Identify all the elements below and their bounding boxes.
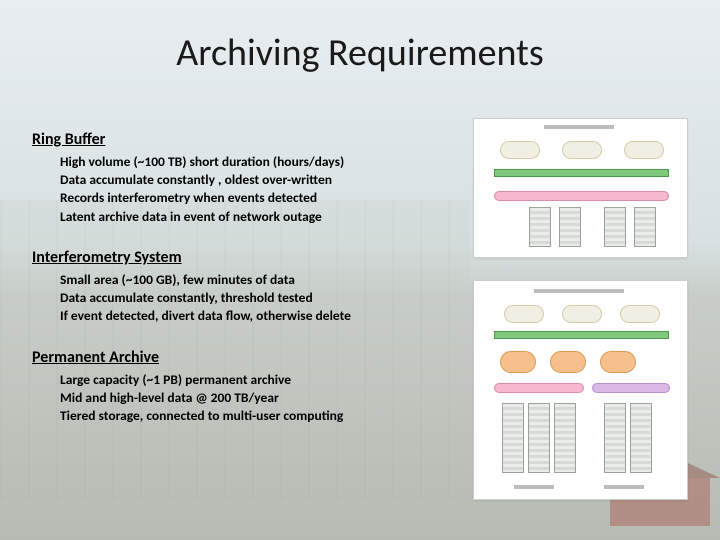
slide: Archiving Requirements Ring Buffer High … [0,0,720,540]
section-items: Small area (~100 GB), few minutes of dat… [32,271,452,326]
list-item: Latent archive data in event of network … [60,208,452,226]
list-item: High volume (~100 TB) short duration (ho… [60,153,452,171]
section-items: Large capacity (~1 PB) permanent archive… [32,371,452,426]
list-item: Small area (~100 GB), few minutes of dat… [60,271,452,289]
diagram-ring-buffer [473,118,688,258]
section-interferometry: Interferometry System Small area (~100 G… [32,248,452,326]
list-item: Records interferometry when events detec… [60,189,452,207]
section-ring-buffer: Ring Buffer High volume (~100 TB) short … [32,130,452,226]
section-permanent-archive: Permanent Archive Large capacity (~1 PB)… [32,348,452,426]
list-item: Data accumulate constantly, threshold te… [60,289,452,307]
list-item: Large capacity (~1 PB) permanent archive [60,371,452,389]
list-item: Data accumulate constantly , oldest over… [60,171,452,189]
list-item: Tiered storage, connected to multi-user … [60,407,452,425]
diagram-archive [473,280,688,500]
list-item: If event detected, divert data flow, oth… [60,307,452,325]
section-heading: Ring Buffer [32,130,452,149]
section-heading: Permanent Archive [32,348,452,367]
section-heading: Interferometry System [32,248,452,267]
section-items: High volume (~100 TB) short duration (ho… [32,153,452,226]
slide-title: Archiving Requirements [0,30,720,76]
list-item: Mid and high-level data @ 200 TB/year [60,389,452,407]
content-column: Ring Buffer High volume (~100 TB) short … [32,130,452,447]
